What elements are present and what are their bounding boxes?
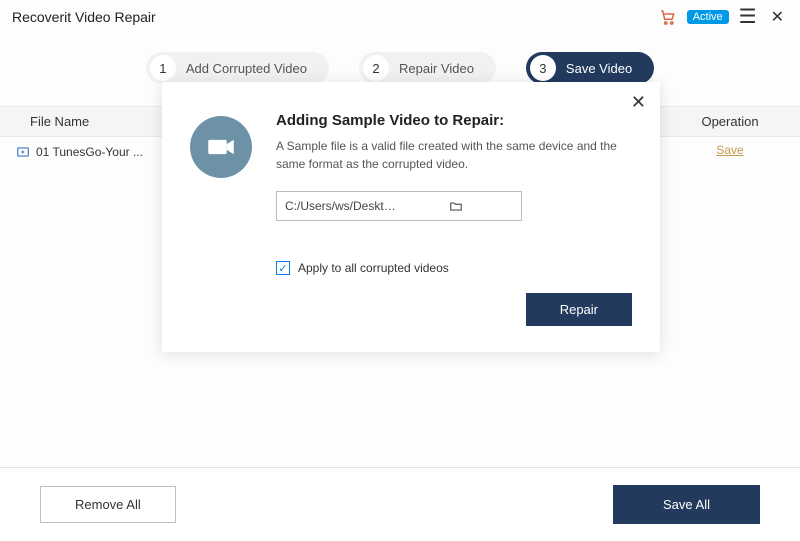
apply-all-row: ✓ Apply to all corrupted videos bbox=[276, 261, 632, 275]
bottom-bar: Remove All Save All bbox=[0, 467, 800, 541]
dialog-title: Adding Sample Video to Repair: bbox=[276, 112, 632, 129]
path-text: C:/Users/ws/Desktop/02.mp4 bbox=[285, 199, 399, 213]
active-badge: Active bbox=[687, 10, 729, 24]
apply-all-checkbox[interactable]: ✓ bbox=[276, 261, 290, 275]
filename-text: 01 TunesGo-Your ... bbox=[36, 145, 143, 159]
apply-all-label: Apply to all corrupted videos bbox=[298, 261, 449, 275]
step-label: Add Corrupted Video bbox=[186, 61, 307, 76]
col-header-operation: Operation bbox=[660, 107, 800, 136]
progress-stepper: 1 Add Corrupted Video 2 Repair Video 3 S… bbox=[0, 52, 800, 84]
dialog-description: A Sample file is a valid file created wi… bbox=[276, 137, 632, 173]
close-icon[interactable]: ✕ bbox=[767, 7, 788, 27]
cart-icon[interactable] bbox=[659, 8, 677, 26]
repair-button[interactable]: Repair bbox=[526, 293, 632, 326]
cell-operation: Save bbox=[660, 143, 800, 161]
sample-video-dialog: ✕ Adding Sample Video to Repair: A Sampl… bbox=[162, 82, 660, 352]
header-actions: Active ☰ ✕ bbox=[659, 7, 788, 27]
video-file-icon bbox=[16, 145, 30, 159]
step-number: 2 bbox=[363, 55, 389, 81]
step-number: 1 bbox=[150, 55, 176, 81]
step-label: Repair Video bbox=[399, 61, 474, 76]
dialog-close-icon[interactable]: ✕ bbox=[631, 92, 646, 113]
step-save-video[interactable]: 3 Save Video bbox=[526, 52, 654, 84]
camera-icon bbox=[190, 116, 252, 178]
save-link[interactable]: Save bbox=[716, 143, 743, 157]
app-title: Recoverit Video Repair bbox=[12, 9, 659, 25]
step-repair-video[interactable]: 2 Repair Video bbox=[359, 52, 496, 84]
sample-path-input[interactable]: C:/Users/ws/Desktop/02.mp4 bbox=[276, 191, 522, 221]
remove-all-button[interactable]: Remove All bbox=[40, 486, 176, 523]
step-add-video[interactable]: 1 Add Corrupted Video bbox=[146, 52, 329, 84]
browse-folder-icon[interactable] bbox=[399, 198, 513, 214]
title-bar: Recoverit Video Repair Active ☰ ✕ bbox=[0, 0, 800, 34]
menu-icon[interactable]: ☰ bbox=[739, 7, 757, 27]
save-all-button[interactable]: Save All bbox=[613, 485, 760, 524]
step-label: Save Video bbox=[566, 61, 632, 76]
step-number: 3 bbox=[530, 55, 556, 81]
